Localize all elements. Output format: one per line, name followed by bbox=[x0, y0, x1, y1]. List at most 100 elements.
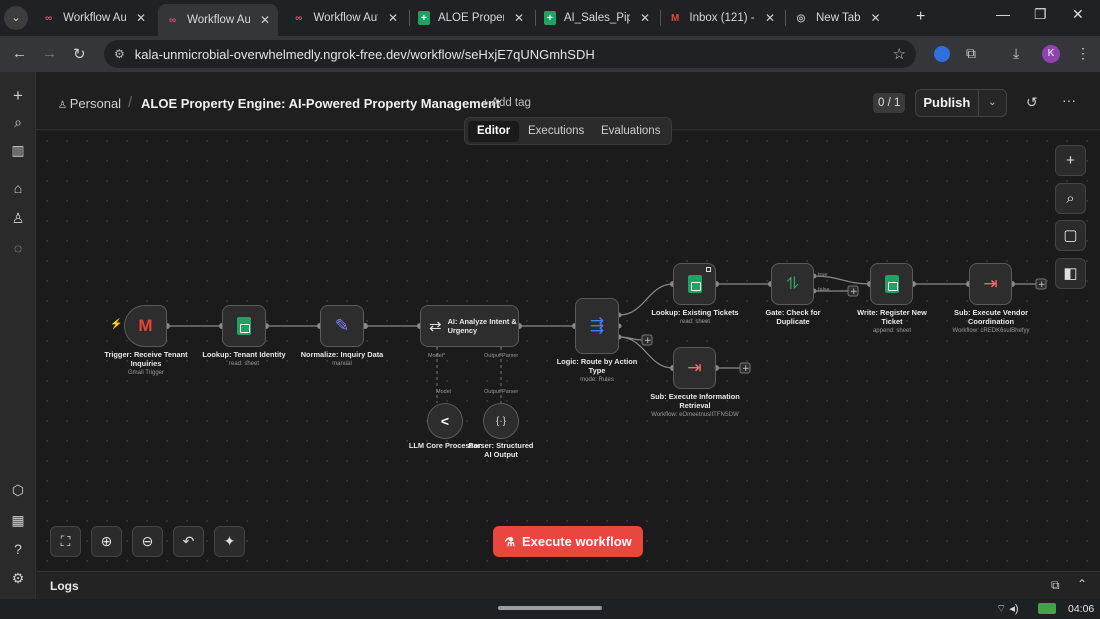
search-icon[interactable]: ⌕ bbox=[10, 114, 26, 131]
node-llm[interactable]: < bbox=[427, 403, 463, 439]
node-normalize[interactable]: ✎ bbox=[320, 305, 364, 347]
popout-icon[interactable]: ⧉ bbox=[1051, 578, 1060, 593]
google-sheets-icon: + bbox=[544, 11, 556, 25]
tab-search-chevron-icon[interactable]: ⌄ bbox=[4, 6, 28, 30]
fit-view-icon[interactable]: ⛶ bbox=[50, 526, 81, 557]
browser-tab-6[interactable]: M Inbox (121) - k ✕ bbox=[661, 4, 783, 32]
node-lookup-tickets[interactable] bbox=[673, 263, 716, 305]
undo-icon[interactable]: ↶ bbox=[173, 526, 204, 557]
node-gate[interactable]: ⥮ bbox=[771, 263, 814, 305]
close-tab-icon[interactable]: ✕ bbox=[388, 11, 398, 25]
home-icon[interactable]: ⌂ bbox=[10, 180, 26, 196]
node-route[interactable]: ⇶ bbox=[575, 298, 619, 354]
tab-editor[interactable]: Editor bbox=[468, 121, 520, 142]
address-bar[interactable]: ⚙ kala-unmicrobial-overwhelmedly.ngrok-f… bbox=[104, 40, 916, 68]
google-sheets-icon bbox=[884, 275, 899, 293]
browser-tab-3[interactable]: ∞ Workflow Aut ✕ bbox=[284, 4, 406, 32]
active-counter-badge: 0 / 1 bbox=[873, 93, 906, 113]
tab-executions[interactable]: Executions bbox=[519, 121, 593, 142]
node-trigger[interactable]: M bbox=[124, 305, 167, 347]
node-subtitle: Workflow: eOmeetnuslITFNSDW bbox=[651, 412, 739, 418]
chevron-down-icon[interactable]: ⌄ bbox=[979, 90, 1006, 116]
view-switcher: Editor Executions Evaluations bbox=[464, 117, 672, 145]
bookmark-star-icon[interactable]: ☆ bbox=[893, 45, 906, 63]
sticky-note-icon[interactable]: ▢ bbox=[1055, 220, 1086, 251]
n8n-icon: ∞ bbox=[169, 14, 177, 26]
port-label-model: Model bbox=[436, 389, 451, 395]
chevron-up-icon[interactable]: ⌃ bbox=[1077, 577, 1087, 591]
logs-panel[interactable]: Logs ⧉ ⌃ bbox=[37, 571, 1100, 599]
extension-icon[interactable] bbox=[934, 46, 950, 62]
execute-workflow-button[interactable]: ⚗ Execute workflow bbox=[493, 526, 643, 557]
os-shelf: ⌔ ◂) 04:06 bbox=[0, 599, 1100, 619]
tab-evaluations[interactable]: Evaluations bbox=[592, 121, 669, 142]
gmail-icon: M bbox=[138, 316, 153, 335]
browser-tab-4[interactable]: + ALOE Property ✕ bbox=[410, 4, 532, 32]
settings-gear-icon[interactable]: ⚙ bbox=[10, 570, 26, 587]
edit-icon: ✎ bbox=[334, 316, 350, 335]
search-nodes-icon[interactable]: ⌕ bbox=[1055, 183, 1086, 214]
node-lookup-tenant[interactable] bbox=[222, 305, 266, 347]
add-plus-icon[interactable]: + bbox=[10, 86, 26, 106]
close-tab-icon[interactable]: ✕ bbox=[871, 11, 881, 25]
close-tab-icon[interactable]: ✕ bbox=[765, 11, 775, 25]
home-handle[interactable] bbox=[498, 606, 602, 610]
n8n-icon: ∞ bbox=[45, 12, 53, 24]
chrome-menu-icon[interactable]: ⋮ bbox=[1076, 45, 1090, 62]
tidy-up-icon[interactable]: ✦ bbox=[214, 526, 245, 557]
browser-tab-5[interactable]: + AI_Sales_Pipel ✕ bbox=[536, 4, 658, 32]
google-sheets-icon: + bbox=[418, 11, 430, 25]
node-subtitle: read: sheet bbox=[679, 319, 711, 325]
minimize-icon[interactable]: — bbox=[996, 6, 1010, 22]
trigger-bolt-icon: ⚡ bbox=[110, 319, 123, 330]
google-sheets-icon bbox=[237, 317, 251, 335]
profile-avatar[interactable]: K bbox=[1042, 45, 1060, 63]
templates-icon[interactable]: ⬡ bbox=[10, 482, 26, 499]
help-icon[interactable]: ? bbox=[10, 541, 26, 557]
breadcrumb[interactable]: ♙ Personal bbox=[58, 96, 121, 111]
workflow-title[interactable]: ALOE Property Engine: AI-Powered Propert… bbox=[141, 96, 500, 111]
restore-window-icon[interactable]: ❐ bbox=[1034, 6, 1047, 23]
close-window-icon[interactable]: ✕ bbox=[1072, 6, 1084, 23]
node-label: Trigger: Receive Tenant Inquiries bbox=[104, 350, 188, 368]
chat-icon[interactable]: ◌ bbox=[10, 240, 26, 256]
panel-toggle-icon[interactable]: ◧ bbox=[1055, 258, 1086, 289]
user-icon[interactable]: ♙ bbox=[10, 210, 26, 227]
if-icon: ⥮ bbox=[786, 274, 799, 293]
node-parser[interactable]: {·} bbox=[483, 403, 519, 439]
new-tab-plus-icon[interactable]: + bbox=[916, 8, 925, 26]
node-label: Lookup: Tenant Identity bbox=[202, 350, 286, 359]
close-tab-icon[interactable]: ✕ bbox=[136, 11, 146, 25]
extensions-puzzle-icon[interactable]: ⧉ bbox=[966, 45, 976, 62]
node-sub-vendor[interactable]: ⇥ bbox=[969, 263, 1012, 305]
add-node-plus-icon[interactable]: + bbox=[1055, 145, 1086, 176]
more-options-icon[interactable]: ··· bbox=[1062, 92, 1076, 108]
forward-arrow-icon[interactable]: → bbox=[42, 45, 57, 62]
browser-tab-2[interactable]: ∞ Workflow Aut ✕ bbox=[158, 4, 278, 36]
close-tab-icon[interactable]: ✕ bbox=[260, 13, 270, 27]
download-icon[interactable]: ⤓ bbox=[1013, 45, 1019, 62]
wifi-volume-icons[interactable]: ⌔ ◂) bbox=[996, 602, 1019, 616]
publish-button[interactable]: Publish bbox=[916, 90, 979, 116]
person-icon: ♙ bbox=[58, 100, 70, 111]
left-sidebar: + ⌕ ▥ ⌂ ♙ ◌ ⬡ ▦ ? ⚙ bbox=[0, 72, 36, 599]
execute-workflow-icon: ⇥ bbox=[983, 274, 998, 293]
zoom-out-icon[interactable]: ⊖ bbox=[132, 526, 163, 557]
browser-tab-7[interactable]: ◎ New Tab ✕ bbox=[786, 4, 908, 32]
sidebar-toggle-icon[interactable]: ▥ bbox=[10, 142, 26, 159]
node-ai-analyze[interactable]: ⇄ AI: Analyze Intent & Urgency bbox=[420, 305, 519, 347]
reload-icon[interactable]: ↻ bbox=[73, 45, 86, 63]
node-label: Lookup: Existing Tickets bbox=[651, 308, 739, 317]
node-write-ticket[interactable] bbox=[870, 263, 913, 305]
browser-tab-1[interactable]: ∞ Workflow Aut ✕ bbox=[34, 4, 154, 32]
zoom-in-icon[interactable]: ⊕ bbox=[91, 526, 122, 557]
node-sub-info[interactable]: ⇥ bbox=[673, 347, 716, 389]
add-tag-button[interactable]: + Add tag bbox=[482, 97, 531, 109]
close-tab-icon[interactable]: ✕ bbox=[514, 11, 524, 25]
logs-title: Logs bbox=[50, 579, 79, 593]
back-arrow-icon[interactable]: ← bbox=[12, 45, 27, 62]
site-info-icon[interactable]: ⚙ bbox=[114, 47, 125, 61]
close-tab-icon[interactable]: ✕ bbox=[640, 11, 650, 25]
history-icon[interactable]: ↺ bbox=[1026, 94, 1038, 111]
insights-chart-icon[interactable]: ▦ bbox=[10, 512, 26, 529]
